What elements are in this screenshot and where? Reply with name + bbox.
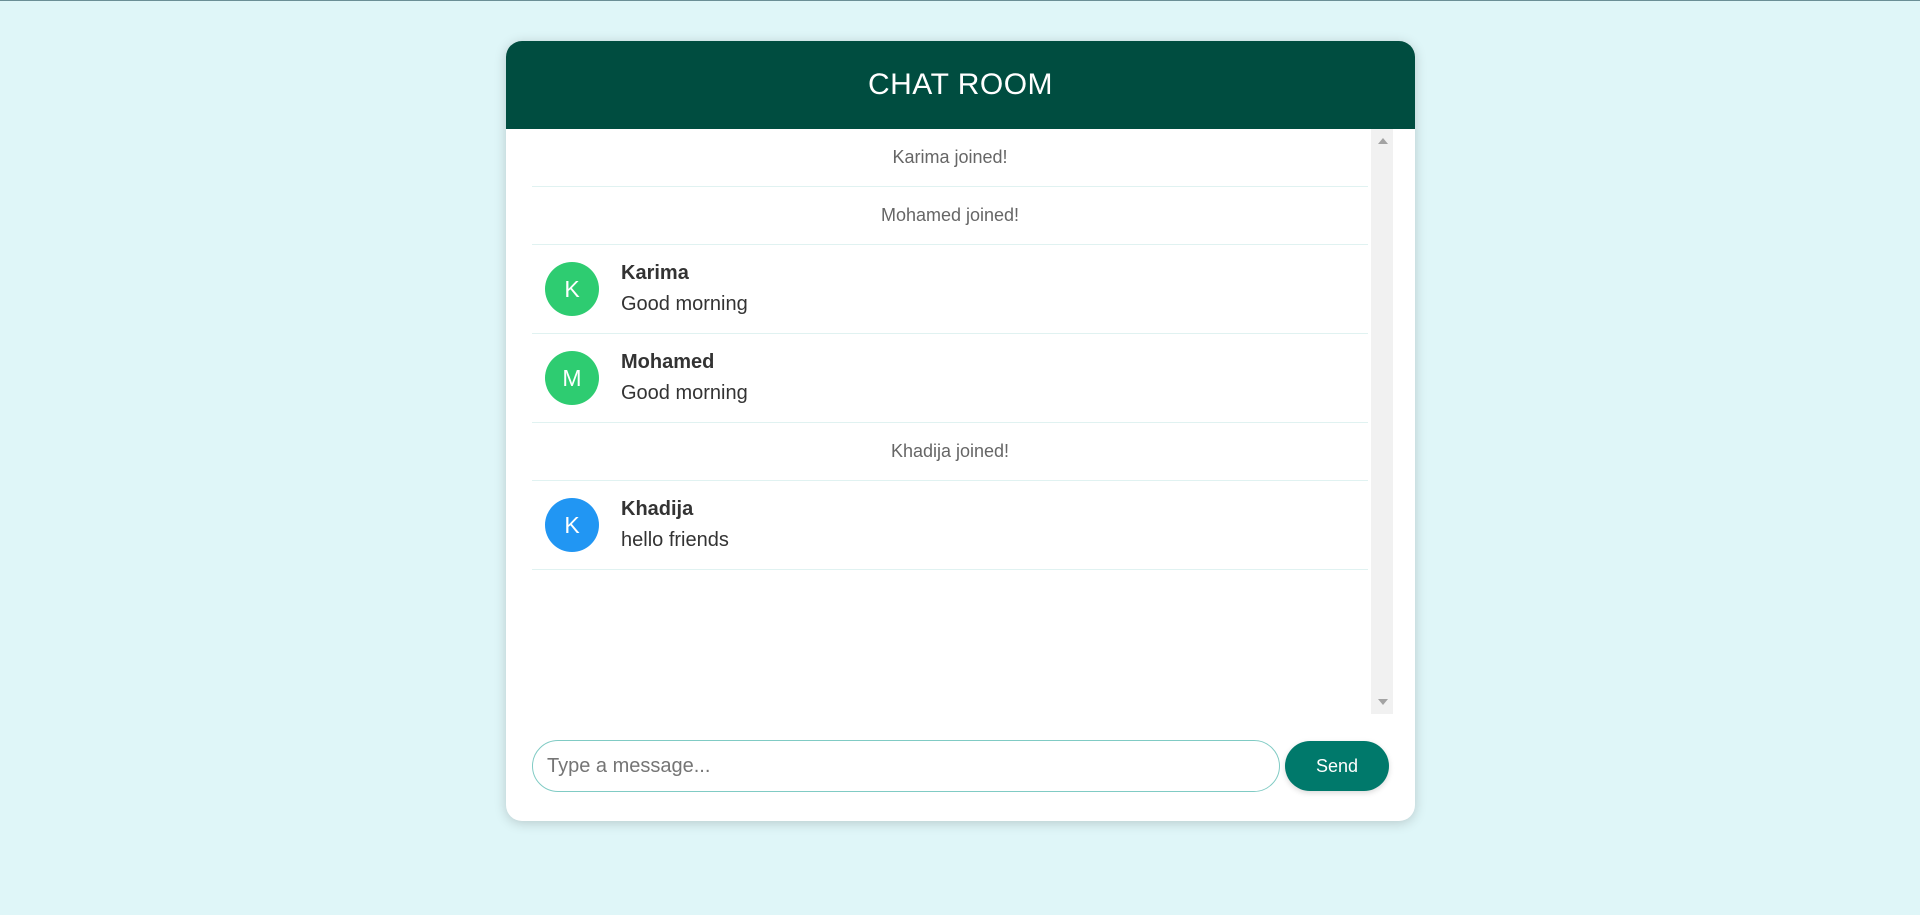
message-text: Good morning [621, 293, 748, 315]
avatar: K [545, 498, 599, 552]
message-text: hello friends [621, 529, 729, 551]
message-text: Good morning [621, 382, 748, 404]
message-body: Karima Good morning [621, 262, 748, 316]
chat-header: CHAT ROOM [506, 41, 1415, 129]
system-message-text: Khadija joined! [890, 441, 1010, 461]
chat-message: K Khadija hello friends [532, 481, 1368, 570]
messages-list: Karima joined! Mohamed joined! K Karima … [532, 129, 1368, 570]
avatar: K [545, 262, 599, 316]
message-body: Khadija hello friends [621, 498, 729, 552]
message-sender: Karima [621, 262, 689, 284]
page-title: CHAT ROOM [867, 68, 1054, 101]
avatar: M [545, 351, 599, 405]
send-button[interactable]: Send [1285, 741, 1389, 791]
scroll-up-arrow-icon[interactable] [1378, 138, 1388, 144]
messages-scrollbar[interactable] [1371, 129, 1393, 714]
system-message-text: Mohamed joined! [880, 205, 1020, 225]
composer: Send [532, 740, 1392, 792]
chat-message: M Mohamed Good morning [532, 334, 1368, 423]
avatar-initial: K [564, 511, 580, 538]
message-sender: Mohamed [621, 351, 715, 373]
chat-message: K Karima Good morning [532, 245, 1368, 334]
chat-window: CHAT ROOM Karima joined! Mohamed joined!… [506, 41, 1415, 821]
message-input[interactable] [532, 740, 1280, 792]
system-message: Khadija joined! [532, 423, 1368, 481]
system-message: Mohamed joined! [532, 187, 1368, 245]
system-message-text: Karima joined! [892, 147, 1008, 167]
message-sender: Khadija [621, 498, 694, 520]
scroll-down-arrow-icon[interactable] [1378, 699, 1388, 705]
message-body: Mohamed Good morning [621, 351, 748, 405]
avatar-initial: M [562, 364, 582, 391]
system-message: Karima joined! [532, 129, 1368, 187]
messages-area[interactable]: Karima joined! Mohamed joined! K Karima … [506, 129, 1415, 714]
avatar-initial: K [564, 275, 580, 302]
